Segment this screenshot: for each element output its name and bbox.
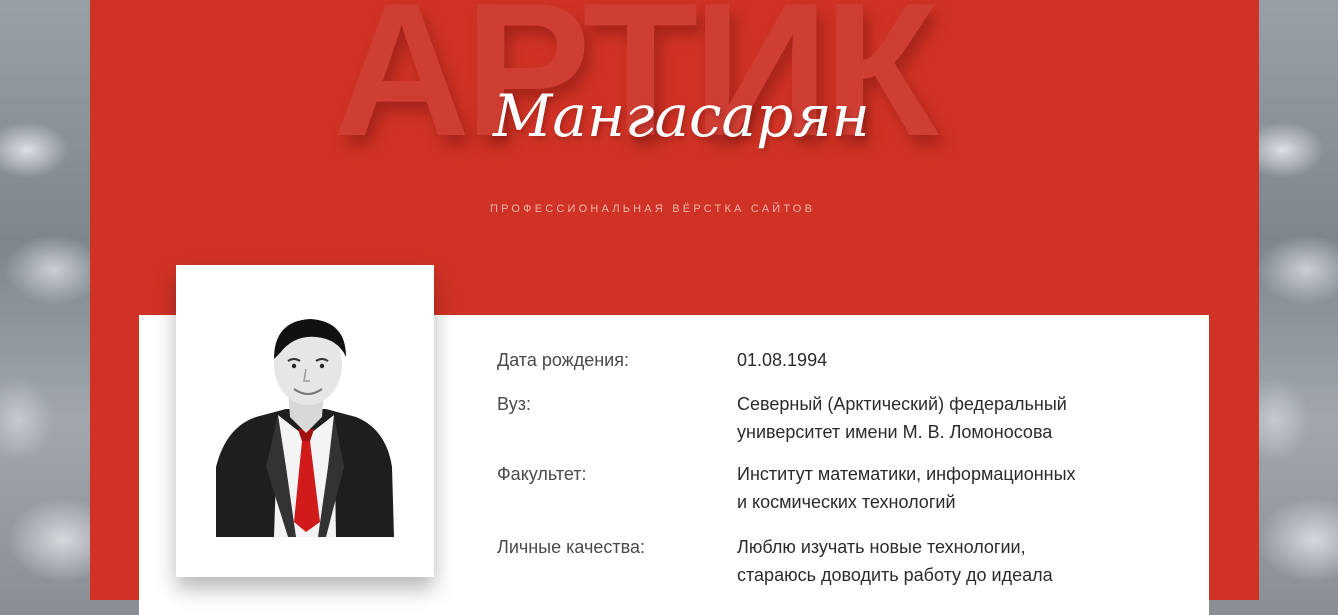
info-value-line: университет имени М. В. Ломоносова xyxy=(737,422,1053,442)
info-label: Личные качества: xyxy=(497,537,646,557)
info-value-line: Северный (Арктический) федеральный xyxy=(737,394,1067,414)
background-sky-left xyxy=(0,0,90,600)
info-label: Дата рождения: xyxy=(497,350,629,370)
info-value-line: и космических технологий xyxy=(737,492,956,512)
background-sky-right xyxy=(1259,0,1338,600)
info-value-line: Институт математики, информационных xyxy=(737,464,1076,484)
person-photo-icon xyxy=(216,319,394,537)
profile-photo-frame xyxy=(176,265,434,577)
info-value-line: 01.08.1994 xyxy=(737,350,828,370)
info-label: Факультет: xyxy=(497,464,587,484)
page-title: Мангасарян xyxy=(493,82,870,150)
info-value: Северный (Арктический) федеральный униве… xyxy=(737,390,1157,446)
info-value: 01.08.1994 xyxy=(737,346,1157,374)
info-value-line: стараюсь доводить работу до идеала xyxy=(737,565,1053,585)
info-value-line: Люблю изучать новые технологии, xyxy=(737,537,1026,557)
tagline: ПРОФЕССИОНАЛЬНАЯ ВЁРСТКА САЙТОВ xyxy=(490,203,816,215)
info-value: Люблю изучать новые технологии, стараюсь… xyxy=(737,533,1157,589)
info-value: Институт математики, информационных и ко… xyxy=(737,460,1157,516)
info-label: Вуз: xyxy=(497,394,532,414)
